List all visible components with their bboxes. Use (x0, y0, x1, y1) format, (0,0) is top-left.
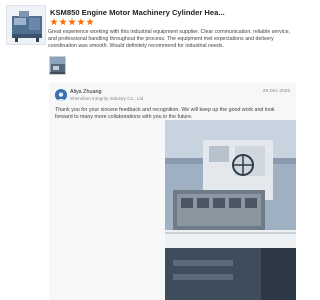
seller-company: Shenzhen Integrity Industry Co., Ltd (70, 96, 144, 101)
machine-photo (165, 120, 296, 300)
star-icon (68, 18, 76, 26)
star-icon (77, 18, 85, 26)
product-thumbnail[interactable] (6, 5, 46, 45)
star-icon (86, 18, 94, 26)
review-text: Great experience working with this indus… (48, 29, 291, 49)
product-title[interactable]: KSM850 Engine Motor Machinery Cylinder H… (50, 8, 290, 17)
star-icon (50, 18, 58, 26)
review-photo-thumbnail[interactable] (49, 56, 66, 75)
user-icon (55, 90, 67, 101)
star-icon (59, 18, 67, 26)
reply-date: 29 Dec 2025 (262, 89, 290, 94)
reply-photo[interactable] (165, 120, 296, 300)
seller-reply: Aliya Zhuang Shenzhen Integrity Industry… (49, 83, 296, 300)
review-photo-image (50, 57, 65, 74)
star-rating (50, 18, 94, 26)
product-image (7, 6, 45, 44)
reply-text: Thank you for your sincere feedback and … (55, 107, 275, 120)
seller-name: Aliya Zhuang (70, 89, 102, 95)
seller-avatar (55, 89, 67, 101)
